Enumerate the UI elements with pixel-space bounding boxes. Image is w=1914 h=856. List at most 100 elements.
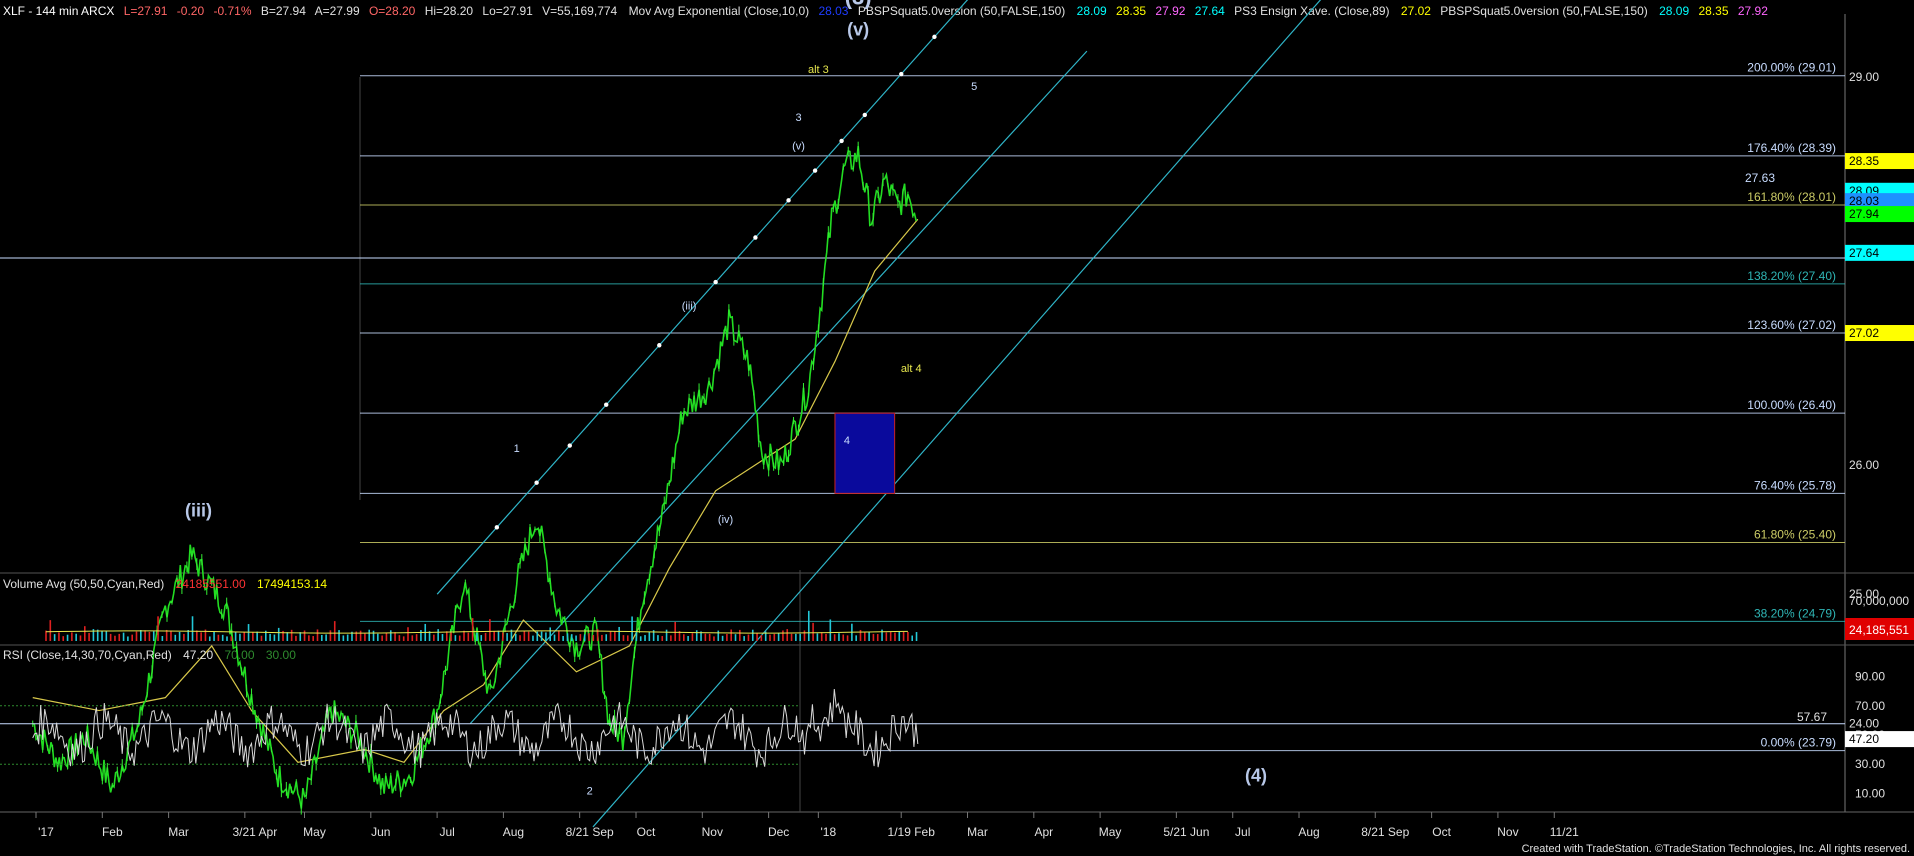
x-label-15: Apr <box>1034 825 1053 839</box>
volume-value-1: 24185551.00 <box>176 577 246 591</box>
volume-value-2: 17494153.14 <box>257 577 327 591</box>
wave-label-5: alt 4 <box>901 363 922 375</box>
x-label-23: 11/21 <box>1550 825 1579 839</box>
x-label-21: Oct <box>1432 825 1451 839</box>
channel-dot-5 <box>713 279 718 285</box>
x-label-4: May <box>303 825 326 839</box>
header-ind1-v3: 27.92 <box>1155 4 1185 18</box>
channel-dot-6 <box>753 235 758 240</box>
wave-label-10: (iv) <box>718 514 733 526</box>
rsi-label: RSI (Close,14,30,70,Cyan,Red) <box>3 648 172 662</box>
header-ind3-v3: 27.92 <box>1738 4 1768 18</box>
header-ind1-v4: 27.64 <box>1195 4 1225 18</box>
price-tag-3: 27.94 <box>1849 207 1879 221</box>
x-label-12: '18 <box>821 825 837 839</box>
chart-background <box>0 0 1914 856</box>
x-label-14: Mar <box>967 825 988 839</box>
x-label-5: Jun <box>371 825 390 839</box>
price-tag-2: 28.03 <box>1849 194 1879 208</box>
fib-label-1: 176.40% (28.39) <box>1747 141 1836 155</box>
wave-label-6: 5 <box>971 81 977 93</box>
wave-label-3: (4) <box>1245 766 1267 786</box>
x-label-2: Mar <box>168 825 189 839</box>
wave-label-1: (v) <box>847 20 869 40</box>
wave-label-13: 4 <box>844 435 850 447</box>
rsi-tag: 47.20 <box>1849 732 1879 746</box>
x-label-9: Oct <box>637 825 656 839</box>
fib-label-7: 61.80% (25.40) <box>1754 527 1836 541</box>
header-last: L=27.91 <box>124 4 168 18</box>
rsi-value: 47.20 <box>183 648 213 662</box>
fib-label-3: 138.20% (27.40) <box>1747 269 1836 283</box>
fib-label-2: 161.80% (28.01) <box>1747 190 1836 204</box>
x-label-3: 3/21 Apr <box>232 825 277 839</box>
wave-label-12: 2 <box>587 786 593 798</box>
wave-label-9: (iii) <box>682 301 697 313</box>
header-ind1-v1: 28.09 <box>1077 4 1107 18</box>
x-label-18: Jul <box>1235 825 1250 839</box>
header-ind1-v2: 28.35 <box>1116 4 1146 18</box>
price-tick-0: 29.00 <box>1849 70 1879 84</box>
header-ind2-label: PS3 Ensign Xave. (Close,89) <box>1234 4 1389 18</box>
header-ind3-label: PBSPSquat5.0version (50,FALSE,150) <box>1440 4 1647 18</box>
header-high: Hi=28.20 <box>425 4 474 18</box>
channel-dot-0 <box>494 525 500 530</box>
header-change: -0.20 <box>177 4 205 18</box>
rsi-oversold: 30.00 <box>266 648 296 662</box>
volume-label: Volume Avg (50,50,Cyan,Red) <box>3 577 164 591</box>
level-27-63-label: 27.63 <box>1745 171 1775 185</box>
channel-dot-4 <box>657 343 662 348</box>
rsi-panel-header: RSI (Close,14,30,70,Cyan,Red) 47.20 70.0… <box>3 648 296 662</box>
rsi-level-label: 57.67 <box>1797 710 1827 724</box>
volume-panel-header: Volume Avg (50,50,Cyan,Red) 24185551.00 … <box>3 577 327 591</box>
price-tag-4: 27.64 <box>1849 246 1879 260</box>
price-tag-0: 28.35 <box>1849 154 1879 168</box>
x-label-8: 8/21 Sep <box>566 825 614 839</box>
channel-dot-1 <box>534 480 539 485</box>
channel-dot-7 <box>786 198 791 203</box>
header-low: Lo=27.91 <box>482 4 533 18</box>
price-tick-3: 26.00 <box>1849 458 1879 472</box>
channel-dot-12 <box>932 34 937 40</box>
header-volume: V=55,169,774 <box>542 4 617 18</box>
header-ind2-v1: 27.02 <box>1401 4 1431 18</box>
x-label-19: Aug <box>1298 825 1319 839</box>
wave-label-7: 3 <box>795 112 801 124</box>
fib-label-8: 38.20% (24.79) <box>1754 606 1836 620</box>
wave-label-4: alt 3 <box>808 64 829 76</box>
header-ind3-v1: 28.09 <box>1659 4 1689 18</box>
x-label-7: Aug <box>503 825 524 839</box>
x-label-22: Nov <box>1497 825 1518 839</box>
header-ma-label: Mov Avg Exponential (Close,10,0) <box>629 4 810 18</box>
wave-label-2: (iii) <box>185 501 212 521</box>
channel-dot-8 <box>812 168 818 173</box>
header-line: XLF - 144 min ARCX L=27.91 -0.20 -0.71% … <box>3 4 1768 18</box>
channel-dot-11 <box>899 71 904 77</box>
fib-label-5: 100.00% (26.40) <box>1747 398 1836 412</box>
x-label-10: Nov <box>702 825 723 839</box>
x-label-6: Jul <box>439 825 454 839</box>
fib-label-6: 76.40% (25.78) <box>1754 478 1836 492</box>
rsi-tick-4: 10.00 <box>1855 786 1885 800</box>
channel-dot-9 <box>839 138 844 144</box>
channel-dot-2 <box>567 443 572 448</box>
wave-label-0: (3) <box>845 0 872 10</box>
footer-credit: Created with TradeStation. ©TradeStation… <box>1522 843 1910 855</box>
wave-label-11: 1 <box>514 443 520 455</box>
rsi-tick-1: 70.00 <box>1855 699 1885 713</box>
target-box <box>834 412 896 494</box>
rsi-tick-0: 90.00 <box>1855 670 1885 684</box>
x-label-0: '17 <box>38 825 54 839</box>
rsi-tick-3: 30.00 <box>1855 757 1885 771</box>
header-bid: B=27.94 <box>261 4 306 18</box>
x-label-13: 1/19 Feb <box>888 825 936 839</box>
fib-label-0: 200.00% (29.01) <box>1747 61 1836 75</box>
header-symbol: XLF - 144 min ARCX <box>3 4 114 18</box>
x-label-16: May <box>1099 825 1122 839</box>
fib-label-9: 0.00% (23.79) <box>1761 736 1836 750</box>
header-pct: -0.71% <box>213 4 251 18</box>
price-tag-5: 27.02 <box>1849 326 1879 340</box>
volume-scale-label: 70,000,000 <box>1849 594 1909 608</box>
wave-label-8: (v) <box>792 140 805 152</box>
header-ask: A=27.99 <box>315 4 360 18</box>
